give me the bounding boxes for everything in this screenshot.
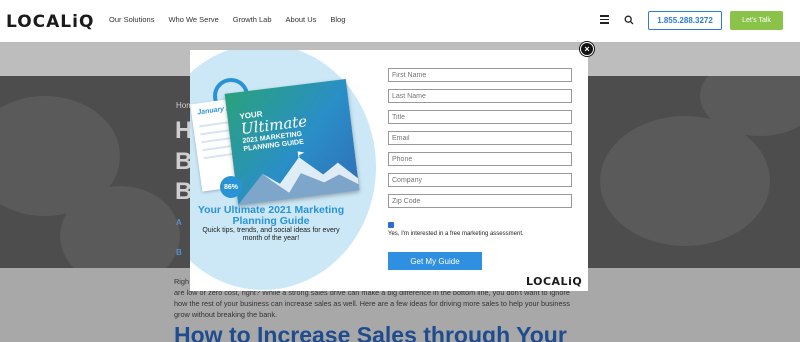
nav-item-our-solutions[interactable]: Our Solutions (109, 15, 154, 24)
get-my-guide-button[interactable]: Get My Guide (388, 252, 482, 270)
site-header: LOCALiQ Our Solutions Who We Serve Growt… (0, 0, 800, 42)
company-field[interactable] (388, 173, 572, 187)
stat-badge: 86% (220, 176, 242, 198)
lets-talk-button[interactable]: Let's Talk (730, 11, 783, 30)
nav-item-about-us[interactable]: About Us (286, 15, 317, 24)
search-icon[interactable] (624, 15, 634, 25)
article-intro-line: grow without breaking the bank. (174, 310, 278, 319)
article-intro-line: how the rest of your business can increa… (174, 299, 570, 308)
main-nav: Our Solutions Who We Serve Growth Lab Ab… (109, 15, 359, 24)
assessment-checkbox-label[interactable]: Yes, I'm interested in a free marketing … (388, 231, 524, 237)
close-icon[interactable]: × (580, 42, 594, 56)
byline-fragment: B (176, 248, 182, 257)
title-field[interactable] (388, 110, 572, 124)
promo-subtitle: Quick tips, trends, and social ideas for… (202, 227, 340, 242)
assessment-checkbox[interactable] (388, 222, 394, 235)
promo-title: Your Ultimate 2021 Marketing Planning Gu… (197, 204, 345, 227)
nav-item-growth-lab[interactable]: Growth Lab (233, 15, 272, 24)
email-field[interactable] (388, 131, 572, 145)
phone-field[interactable] (388, 152, 572, 166)
zip-code-field[interactable] (388, 194, 572, 208)
first-name-field[interactable] (388, 68, 572, 82)
site-logo[interactable]: LOCALiQ (6, 12, 94, 32)
modal-logo: LOCALiQ (526, 275, 583, 288)
phone-button[interactable]: 1.855.288.3272 (648, 11, 722, 30)
nav-item-who-we-serve[interactable]: Who We Serve (168, 15, 218, 24)
nav-item-blog[interactable]: Blog (330, 15, 345, 24)
article-heading: How to Increase Sales through Your (174, 322, 567, 342)
guide-cover-graphic: YOUR Ultimate 2021 MARKETING PLANNING GU… (224, 78, 360, 206)
last-name-field[interactable] (388, 89, 572, 103)
menu-icon[interactable] (600, 15, 609, 24)
byline-fragment: A (176, 218, 182, 227)
